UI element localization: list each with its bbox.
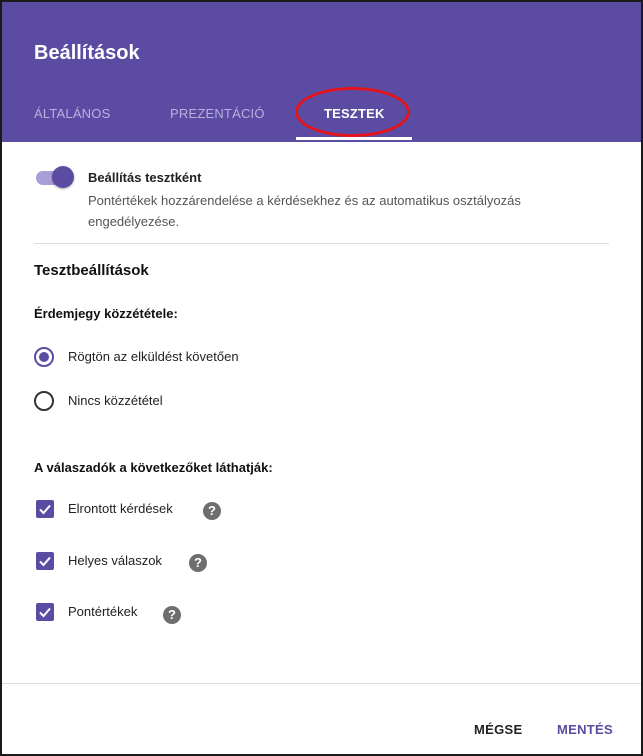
cancel-button[interactable]: MÉGSE <box>474 722 522 737</box>
dialog-header: Beállítások ÁLTALÁNOS PREZENTÁCIÓ TESZTE… <box>2 2 641 142</box>
quiz-mode-label: Beállítás tesztként <box>88 170 202 185</box>
dialog-title: Beállítások <box>34 42 140 64</box>
divider <box>34 243 609 244</box>
radio-immediately[interactable] <box>34 347 54 367</box>
checkbox-correct-answers[interactable] <box>36 552 54 570</box>
quiz-mode-toggle[interactable] <box>34 166 74 188</box>
radio-no-release-label: Nincs közzététel <box>68 393 163 408</box>
checkbox-point-values-label: Pontértékek <box>68 604 138 619</box>
radio-no-release[interactable] <box>34 391 54 411</box>
tab-general[interactable]: ÁLTALÁNOS <box>34 106 110 121</box>
release-grade-heading: Érdemjegy közzététele: <box>34 306 178 321</box>
help-icon[interactable]: ? <box>189 554 207 572</box>
checkbox-point-values[interactable] <box>36 603 54 621</box>
active-tab-indicator <box>296 137 412 140</box>
footer-divider <box>2 683 641 684</box>
checkbox-missed-questions-label: Elrontott kérdések <box>68 501 173 516</box>
tab-presentation[interactable]: PREZENTÁCIÓ <box>170 106 265 121</box>
check-icon <box>39 607 51 618</box>
highlight-circle <box>295 87 410 137</box>
check-icon <box>39 556 51 567</box>
check-icon <box>39 504 51 515</box>
help-icon[interactable]: ? <box>163 606 181 624</box>
toggle-thumb <box>52 166 74 188</box>
save-button[interactable]: MENTÉS <box>557 722 613 737</box>
respondents-see-heading: A válaszadók a következőket láthatják: <box>34 460 273 475</box>
checkbox-missed-questions[interactable] <box>36 500 54 518</box>
settings-dialog: Beállítások ÁLTALÁNOS PREZENTÁCIÓ TESZTE… <box>0 0 643 756</box>
quiz-mode-description: Pontértékek hozzárendelése a kérdésekhez… <box>88 193 521 229</box>
radio-immediately-label: Rögtön az elküldést követően <box>68 349 239 364</box>
quiz-settings-heading: Tesztbeállítások <box>34 262 149 279</box>
checkbox-correct-answers-label: Helyes válaszok <box>68 553 162 568</box>
help-icon[interactable]: ? <box>203 502 221 520</box>
